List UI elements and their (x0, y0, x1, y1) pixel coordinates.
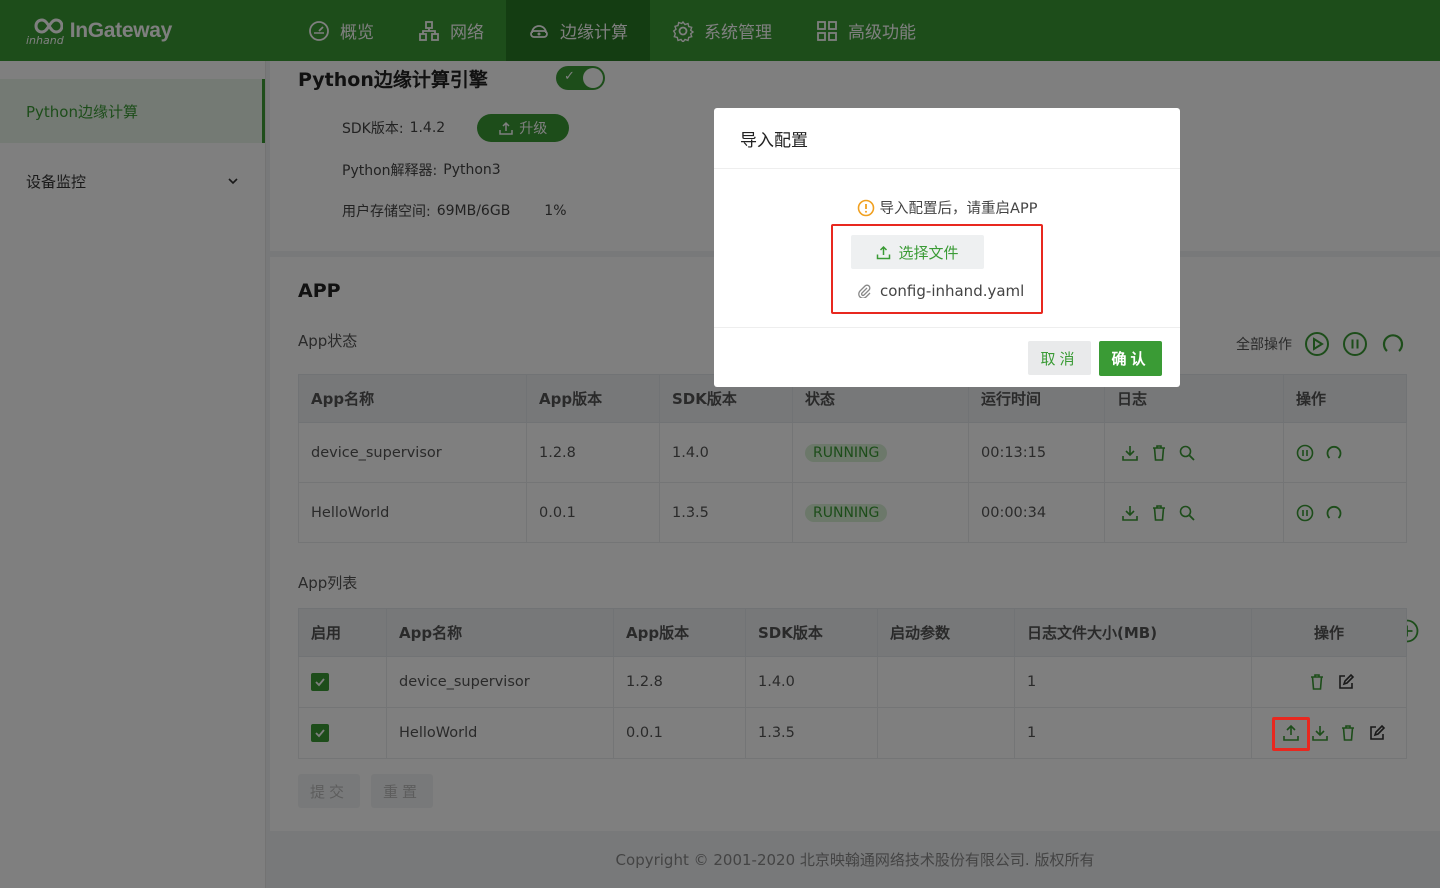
choose-file-button[interactable]: 选择文件 (851, 235, 984, 269)
dialog-body: 导入配置后，请重启APP 选择文件 config-inhand.yaml (714, 169, 1180, 328)
warning-text: 导入配置后，请重启APP (879, 201, 1038, 217)
dialog-footer: 取消 确认 (714, 328, 1180, 386)
annotation-highlight-import-icon (1272, 717, 1310, 751)
confirm-button[interactable]: 确认 (1099, 341, 1162, 376)
warning-message: 导入配置后，请重启APP (714, 197, 1180, 218)
file-name: config-inhand.yaml (880, 282, 1025, 300)
upload-icon (877, 245, 891, 259)
selected-file[interactable]: config-inhand.yaml (857, 282, 1024, 300)
warning-icon (857, 199, 874, 216)
paperclip-icon (858, 284, 871, 298)
dialog-title: 导入配置 (714, 108, 1180, 169)
choose-file-label: 选择文件 (898, 243, 959, 262)
import-config-dialog: 导入配置 导入配置后，请重启APP 选择文件 config-inhand.yam… (714, 108, 1180, 387)
cancel-button[interactable]: 取消 (1028, 341, 1091, 375)
